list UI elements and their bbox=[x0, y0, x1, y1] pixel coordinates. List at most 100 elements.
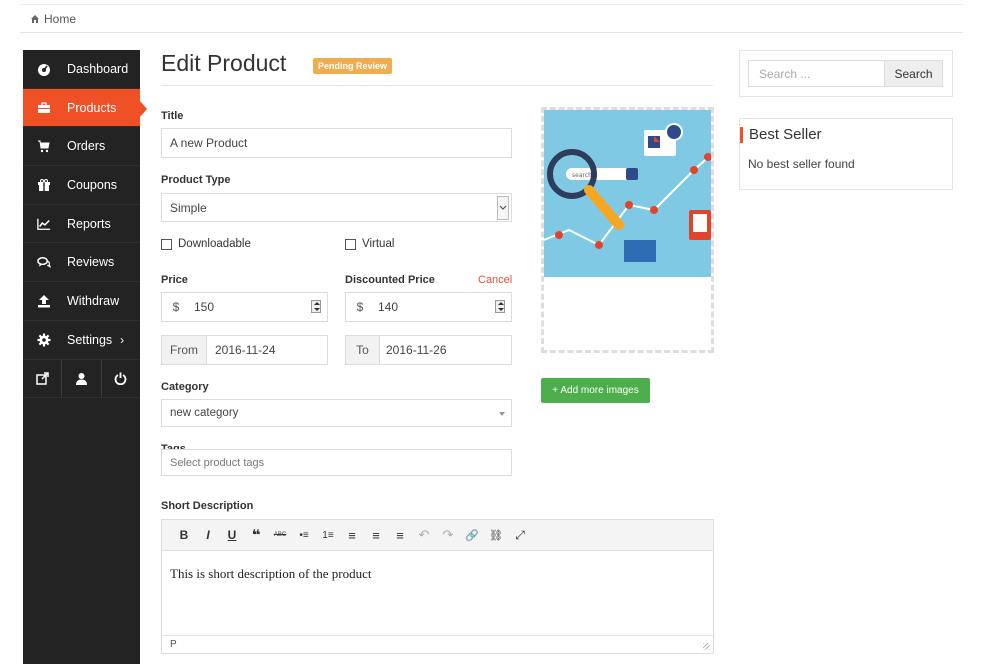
checkbox-box[interactable] bbox=[161, 238, 172, 250]
downloadable-label: Downloadable bbox=[178, 238, 251, 250]
editor-content[interactable]: This is short description of the product bbox=[162, 551, 713, 635]
undo-icon[interactable]: ↶ bbox=[412, 525, 436, 545]
sidebar-item-label: Coupons bbox=[67, 177, 118, 192]
from-date-group: From 2016-11-24 bbox=[161, 335, 328, 365]
align-left-icon[interactable]: ≡ bbox=[340, 525, 364, 545]
user-icon bbox=[75, 372, 87, 385]
sidebar-item-coupons[interactable]: Coupons bbox=[23, 166, 140, 205]
sidebar-item-reviews[interactable]: Reviews bbox=[23, 243, 140, 283]
sidebar-item-withdraw[interactable]: Withdraw bbox=[23, 282, 140, 321]
sidebar-item-label: Products bbox=[67, 100, 117, 115]
discount-input-group: $ 140 bbox=[345, 292, 512, 322]
external-link-icon bbox=[35, 371, 49, 385]
price-currency: $ bbox=[162, 293, 190, 321]
unlink-icon[interactable]: ⛓ bbox=[484, 525, 508, 545]
discount-currency: $ bbox=[346, 293, 374, 321]
checkbox-box[interactable] bbox=[345, 238, 356, 250]
editor-statusbar: P bbox=[162, 635, 713, 653]
align-right-icon[interactable]: ≡ bbox=[388, 525, 412, 545]
sidebar-item-label: Withdraw bbox=[67, 293, 120, 308]
add-more-images-button[interactable]: + Add more images bbox=[541, 378, 650, 403]
sidebar-item-products[interactable]: Products bbox=[23, 88, 147, 128]
bullet-list-icon[interactable]: •≡ bbox=[292, 525, 316, 545]
to-date-group: To 2016-11-26 bbox=[345, 335, 512, 365]
price-input-group: $ 150 bbox=[161, 292, 328, 322]
discounted-price-label: Discounted Price bbox=[345, 274, 435, 286]
sidebar-item-label: Reports bbox=[67, 216, 111, 231]
best-seller-title: Best Seller bbox=[740, 127, 822, 143]
editor-path: P bbox=[170, 639, 177, 650]
dashboard-icon bbox=[37, 62, 51, 76]
category-value: new category bbox=[170, 407, 239, 419]
breadcrumb-divider bbox=[20, 32, 963, 33]
edit-account-button[interactable] bbox=[62, 359, 102, 397]
status-badge: Pending Review bbox=[313, 58, 393, 74]
short-description-label: Short Description bbox=[161, 500, 254, 512]
downloadable-checkbox[interactable]: Downloadable bbox=[161, 238, 251, 250]
home-icon bbox=[31, 15, 39, 23]
price-label: Price bbox=[161, 274, 188, 286]
sidebar-item-reports[interactable]: Reports bbox=[23, 205, 140, 244]
resize-handle-icon[interactable] bbox=[703, 643, 710, 650]
sidebar-item-dashboard[interactable]: Dashboard bbox=[23, 50, 140, 89]
cart-icon bbox=[37, 139, 51, 153]
sidebar-item-orders[interactable]: Orders bbox=[23, 127, 140, 167]
italic-icon[interactable]: I bbox=[196, 525, 220, 545]
tags-input[interactable]: Select product tags bbox=[161, 449, 512, 476]
breadcrumb: Home bbox=[30, 12, 76, 26]
product-type-value: Simple bbox=[170, 200, 207, 215]
sidebar-item-label: Orders bbox=[67, 139, 106, 154]
virtual-checkbox[interactable]: Virtual bbox=[345, 238, 394, 250]
chevron-right-icon: › bbox=[120, 332, 125, 347]
power-icon bbox=[114, 372, 127, 385]
link-icon[interactable]: 🔗 bbox=[460, 525, 484, 545]
from-label: From bbox=[162, 336, 207, 364]
sidebar-item-settings[interactable]: Settings › bbox=[23, 321, 140, 360]
cancel-schedule-link[interactable]: Cancel bbox=[478, 274, 512, 286]
gift-icon bbox=[37, 178, 51, 192]
blockquote-icon[interactable]: ❝ bbox=[244, 525, 268, 545]
discount-stepper[interactable] bbox=[495, 300, 505, 313]
from-date-input[interactable]: 2016-11-24 bbox=[215, 343, 276, 357]
dashboard-sidebar: Dashboard Products Orders Coupons Report… bbox=[23, 50, 147, 664]
visit-store-button[interactable] bbox=[23, 359, 63, 397]
price-input[interactable]: 150 bbox=[194, 300, 214, 314]
gear-icon bbox=[37, 333, 51, 347]
fullscreen-icon[interactable]: ⤢ bbox=[508, 525, 532, 545]
title-label: Title bbox=[161, 110, 184, 122]
briefcase-icon bbox=[37, 101, 51, 115]
align-center-icon[interactable]: ≡ bbox=[364, 525, 388, 545]
product-type-label: Product Type bbox=[161, 174, 231, 186]
to-date-input[interactable]: 2016-11-26 bbox=[386, 343, 447, 357]
logout-button[interactable] bbox=[102, 360, 140, 397]
product-image-dropzone[interactable]: search... bbox=[541, 107, 714, 353]
short-description-editor: B I U ❝ ABC •≡ 1≡ ≡ ≡ ≡ ↶ ↷ 🔗 ⛓ ⤢ This i… bbox=[161, 519, 714, 654]
redo-icon[interactable]: ↷ bbox=[436, 525, 460, 545]
product-type-select[interactable]: Simple bbox=[161, 193, 512, 222]
best-seller-empty-text: No best seller found bbox=[748, 157, 855, 171]
numbered-list-icon[interactable]: 1≡ bbox=[316, 525, 340, 545]
caret-down-icon bbox=[499, 412, 505, 416]
upload-icon bbox=[37, 294, 51, 308]
comments-icon bbox=[37, 255, 51, 269]
underline-icon[interactable]: U bbox=[220, 525, 244, 545]
search-button[interactable]: Search bbox=[884, 60, 943, 87]
strikethrough-icon[interactable]: ABC bbox=[268, 525, 292, 545]
virtual-label: Virtual bbox=[362, 238, 395, 250]
price-stepper[interactable] bbox=[311, 300, 321, 313]
to-label: To bbox=[346, 336, 380, 364]
sidebar-item-label: Dashboard bbox=[67, 61, 129, 76]
category-label: Category bbox=[161, 381, 209, 393]
title-input[interactable]: A new Product bbox=[161, 128, 512, 158]
line-chart-icon bbox=[37, 217, 51, 231]
page-title: Edit Product bbox=[161, 50, 287, 76]
top-divider bbox=[20, 4, 963, 5]
bold-icon[interactable]: B bbox=[172, 525, 196, 545]
search-input[interactable]: Search ... bbox=[748, 60, 885, 87]
chevron-down-icon bbox=[497, 196, 509, 220]
category-select[interactable]: new category bbox=[161, 399, 512, 427]
product-image[interactable]: search... bbox=[544, 110, 711, 277]
breadcrumb-home-link[interactable]: Home bbox=[44, 12, 76, 26]
sidebar-item-label: Reviews bbox=[67, 255, 115, 270]
discount-input[interactable]: 140 bbox=[378, 300, 398, 314]
